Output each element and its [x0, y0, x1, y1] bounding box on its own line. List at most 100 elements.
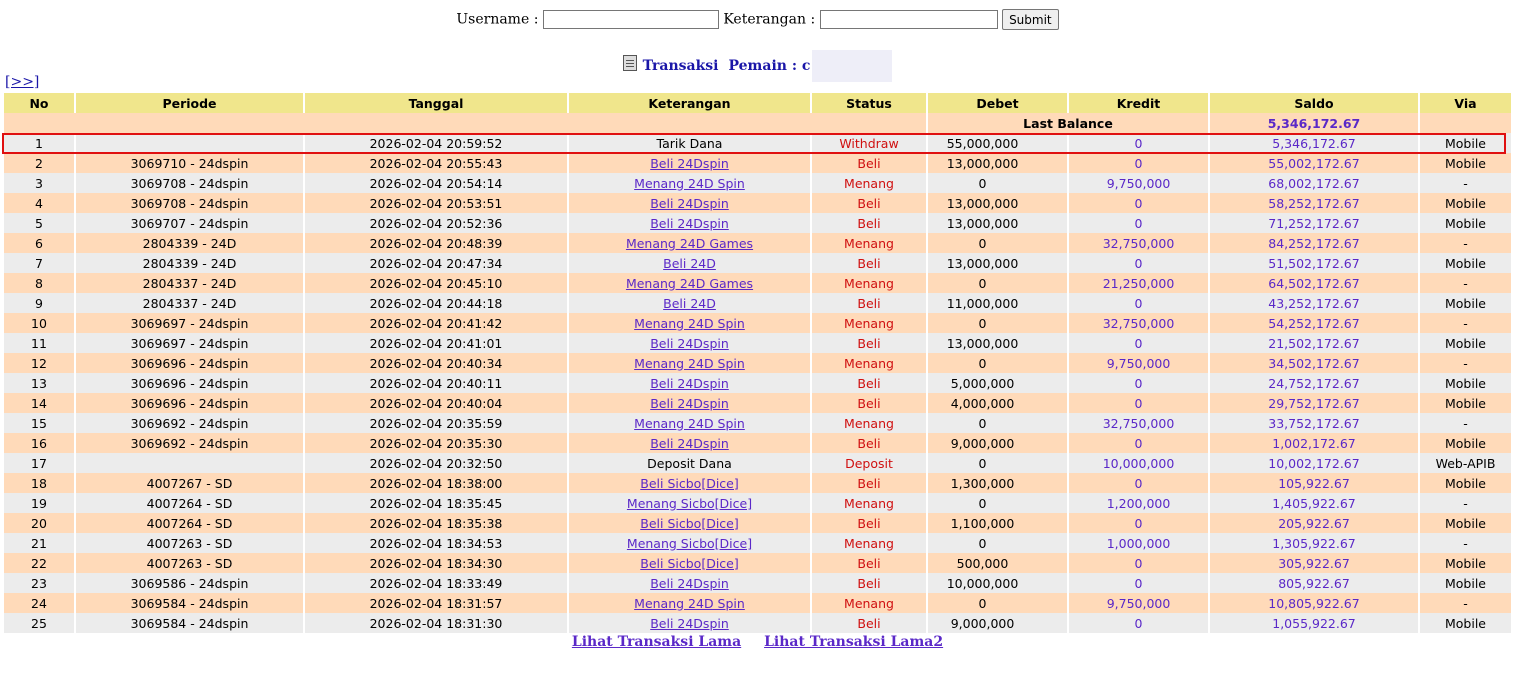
row-tanggal: 2026-02-04 20:40:04 [305, 393, 567, 413]
table-row: 18 4007267 - SD 2026-02-04 18:38:00 Beli Si… [4, 473, 1511, 493]
keterangan-link[interactable]: Beli 24D [663, 256, 716, 271]
row-keterangan: Beli 24Dspin [569, 433, 810, 453]
row-status: Beli [812, 573, 926, 593]
row-kredit: 9,750,000 [1069, 173, 1208, 193]
row-status: Menang [812, 353, 926, 373]
row-no: 21 [4, 533, 74, 553]
row-via: Mobile [1420, 553, 1511, 573]
last-balance-row: Last Balance 5,346,172.67 [4, 113, 1511, 133]
row-tanggal: 2026-02-04 20:41:42 [305, 313, 567, 333]
keterangan-link[interactable]: Menang 24D Spin [634, 356, 745, 371]
keterangan-link[interactable]: Menang 24D Spin [634, 176, 745, 191]
lihat-transaksi-lama-link[interactable]: Lihat Transaksi Lama [572, 634, 741, 650]
table-row: 13 3069696 - 24dspin 2026-02-04 20:40:11 Be… [4, 373, 1511, 393]
row-via: Web-APIB [1420, 453, 1511, 473]
row-saldo: 34,502,172.67 [1210, 353, 1418, 373]
row-tanggal: 2026-02-04 20:55:43 [305, 153, 567, 173]
row-saldo: 84,252,172.67 [1210, 233, 1418, 253]
keterangan-link[interactable]: Beli 24Dspin [650, 216, 729, 231]
keterangan-link[interactable]: Menang Sicbo[Dice] [627, 496, 752, 511]
row-saldo: 54,252,172.67 [1210, 313, 1418, 333]
row-tanggal: 2026-02-04 20:40:11 [305, 373, 567, 393]
row-keterangan: Menang 24D Spin [569, 413, 810, 433]
keterangan-input[interactable] [819, 10, 998, 29]
keterangan-link[interactable]: Beli 24Dspin [650, 396, 729, 411]
row-saldo: 43,252,172.67 [1210, 293, 1418, 313]
row-periode: 4007264 - SD [76, 513, 303, 533]
row-via: Mobile [1420, 193, 1511, 213]
keterangan-link[interactable]: Menang 24D Games [626, 236, 753, 251]
row-kredit: 1,200,000 [1069, 493, 1208, 513]
row-saldo: 1,002,172.67 [1210, 433, 1418, 453]
row-no: 19 [4, 493, 74, 513]
lihat-transaksi-lama2-link[interactable]: Lihat Transaksi Lama2 [764, 634, 943, 650]
row-no: 20 [4, 513, 74, 533]
row-no: 5 [4, 213, 74, 233]
keterangan-link[interactable]: Beli 24Dspin [650, 576, 729, 591]
keterangan-link[interactable]: Beli 24Dspin [650, 196, 729, 211]
row-via: - [1420, 173, 1511, 193]
row-via: Mobile [1420, 613, 1511, 633]
row-saldo: 71,252,172.67 [1210, 213, 1418, 233]
keterangan-link[interactable]: Beli 24Dspin [650, 436, 729, 451]
keterangan-link[interactable]: Beli 24D [663, 296, 716, 311]
row-keterangan: Menang 24D Spin [569, 353, 810, 373]
row-keterangan: Beli Sicbo[Dice] [569, 553, 810, 573]
table-row: 17 2026-02-04 20:32:50 Deposit Dana Deposit… [4, 453, 1511, 473]
keterangan-link[interactable]: Beli 24Dspin [650, 156, 729, 171]
keterangan-link[interactable]: Menang 24D Spin [634, 316, 745, 331]
row-debet: 13,000,000 [928, 213, 1067, 233]
row-status: Beli [812, 393, 926, 413]
table-row: 22 4007263 - SD 2026-02-04 18:34:30 Beli Si… [4, 553, 1511, 573]
row-debet: 13,000,000 [928, 193, 1067, 213]
row-periode: 3069708 - 24dspin [76, 173, 303, 193]
row-via: - [1420, 593, 1511, 613]
row-saldo: 1,055,922.67 [1210, 613, 1418, 633]
row-no: 17 [4, 453, 74, 473]
keterangan-link[interactable]: Beli Sicbo[Dice] [640, 476, 738, 491]
row-kredit: 0 [1069, 253, 1208, 273]
table-row: 2 3069710 - 24dspin 2026-02-04 20:55:43 Bel… [4, 153, 1511, 173]
row-status: Menang [812, 173, 926, 193]
row-debet: 0 [928, 493, 1067, 513]
row-status: Beli [812, 553, 926, 573]
submit-button[interactable]: Submit [1002, 9, 1059, 30]
row-saldo: 205,922.67 [1210, 513, 1418, 533]
row-periode: 2804339 - 24D [76, 233, 303, 253]
row-via: - [1420, 533, 1511, 553]
username-input[interactable] [542, 10, 719, 29]
row-status: Menang [812, 313, 926, 333]
table-row: 3 3069708 - 24dspin 2026-02-04 20:54:14 Men… [4, 173, 1511, 193]
row-tanggal: 2026-02-04 20:48:39 [305, 233, 567, 253]
keterangan-link[interactable]: Beli Sicbo[Dice] [640, 556, 738, 571]
row-periode: 3069697 - 24dspin [76, 333, 303, 353]
keterangan-link[interactable]: Menang Sicbo[Dice] [627, 536, 752, 551]
table-row: 4 3069708 - 24dspin 2026-02-04 20:53:51 Bel… [4, 193, 1511, 213]
row-saldo: 10,805,922.67 [1210, 593, 1418, 613]
next-page-link[interactable]: [>>] [5, 74, 39, 90]
keterangan-link[interactable]: Menang 24D Spin [634, 596, 745, 611]
row-tanggal: 2026-02-04 18:35:45 [305, 493, 567, 513]
row-saldo: 51,502,172.67 [1210, 253, 1418, 273]
row-via: Mobile [1420, 473, 1511, 493]
row-keterangan: Beli 24Dspin [569, 213, 810, 233]
keterangan-link[interactable]: Menang 24D Spin [634, 416, 745, 431]
keterangan-link[interactable]: Beli 24Dspin [650, 336, 729, 351]
row-keterangan: Menang 24D Spin [569, 173, 810, 193]
row-kredit: 0 [1069, 433, 1208, 453]
row-kredit: 0 [1069, 133, 1208, 153]
keterangan-link[interactable]: Beli 24Dspin [650, 616, 729, 631]
keterangan-link[interactable]: Beli 24Dspin [650, 376, 729, 391]
row-keterangan: Beli 24Dspin [569, 333, 810, 353]
row-status: Beli [812, 513, 926, 533]
username-label: Username : [456, 11, 539, 28]
row-no: 11 [4, 333, 74, 353]
row-periode [76, 133, 303, 153]
keterangan-link[interactable]: Beli Sicbo[Dice] [640, 516, 738, 531]
row-no: 22 [4, 553, 74, 573]
row-periode: 2804339 - 24D [76, 253, 303, 273]
player-name-mask [812, 50, 893, 82]
row-keterangan: Beli 24D [569, 293, 810, 313]
keterangan-link[interactable]: Menang 24D Games [626, 276, 753, 291]
row-debet: 0 [928, 413, 1067, 433]
